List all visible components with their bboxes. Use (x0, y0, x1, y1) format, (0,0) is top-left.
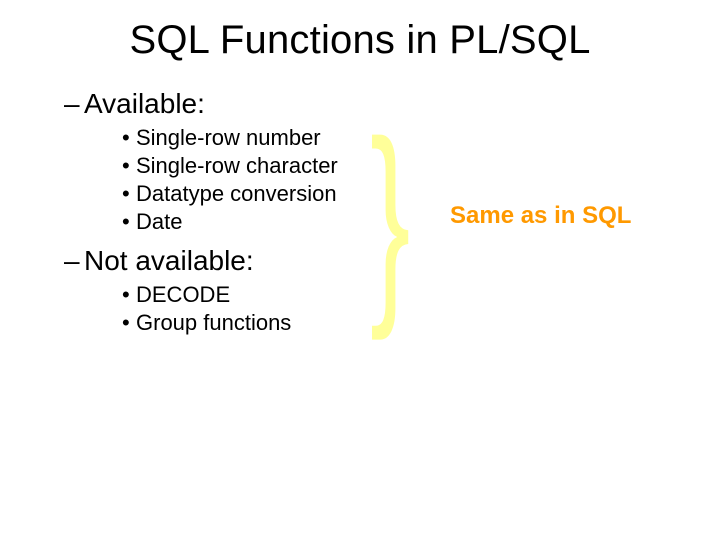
slide: SQL Functions in PL/SQL –Available: •Sin… (0, 0, 720, 540)
bullet-dot: • (122, 281, 136, 309)
section-not-available-label: Not available: (84, 245, 254, 276)
bullet-dot: • (122, 309, 136, 337)
bullet-dot: • (122, 124, 136, 152)
annotation-text: Same as in SQL (450, 202, 631, 230)
page-title: SQL Functions in PL/SQL (0, 18, 720, 63)
list-item-text: Group functions (136, 310, 291, 335)
list-item-text: Datatype conversion (136, 181, 337, 206)
dash-bullet: – (64, 245, 84, 277)
bullet-dot: • (122, 180, 136, 208)
brace-icon: } (370, 108, 410, 328)
list-item-text: Single-row character (136, 153, 338, 178)
section-available-label: Available: (84, 88, 205, 119)
list-item-text: DECODE (136, 282, 230, 307)
bullet-dot: • (122, 208, 136, 236)
section-not-available: –Not available: (64, 245, 656, 277)
bullet-dot: • (122, 152, 136, 180)
list-item-text: Date (136, 209, 182, 234)
section-available: –Available: (64, 88, 656, 120)
list-item-text: Single-row number (136, 125, 321, 150)
dash-bullet: – (64, 88, 84, 120)
